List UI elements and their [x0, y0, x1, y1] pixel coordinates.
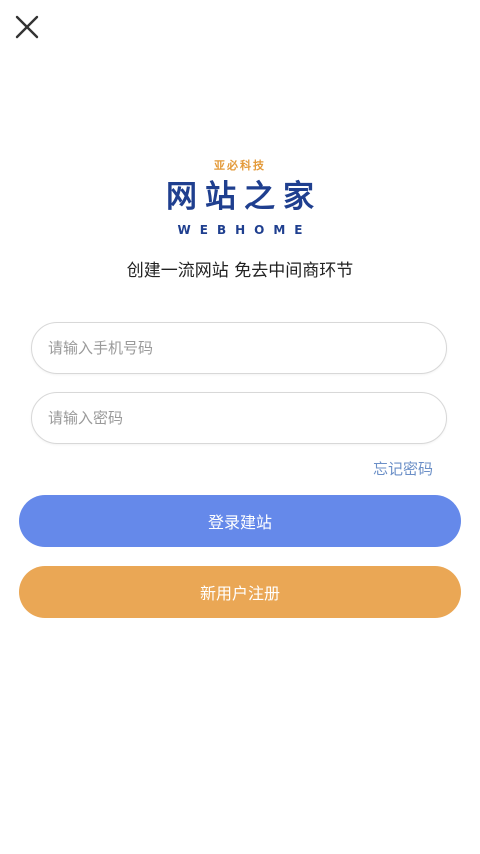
login-screen: 亚必科技 网站之家 WEBHOME 创建一流网站 免去中间商环节 忘记密码 登录…: [0, 0, 480, 854]
phone-input[interactable]: [32, 323, 446, 373]
logo-title: 网站之家: [166, 179, 322, 215]
close-button[interactable]: [10, 10, 44, 44]
brand-logo: 亚必科技 网站之家 WEBHOME: [0, 158, 480, 239]
password-field-container: [31, 392, 447, 444]
login-button[interactable]: 登录建站: [19, 495, 461, 547]
forgot-password-link[interactable]: 忘记密码: [373, 458, 433, 480]
close-icon: [15, 15, 39, 39]
password-input[interactable]: [32, 393, 446, 443]
logo-company-name: 亚必科技: [214, 159, 266, 172]
slogan-text: 创建一流网站 免去中间商环节: [126, 261, 354, 281]
register-button[interactable]: 新用户注册: [19, 566, 461, 618]
logo-english-name: WEBHOME: [177, 223, 312, 237]
phone-field-container: [31, 322, 447, 374]
